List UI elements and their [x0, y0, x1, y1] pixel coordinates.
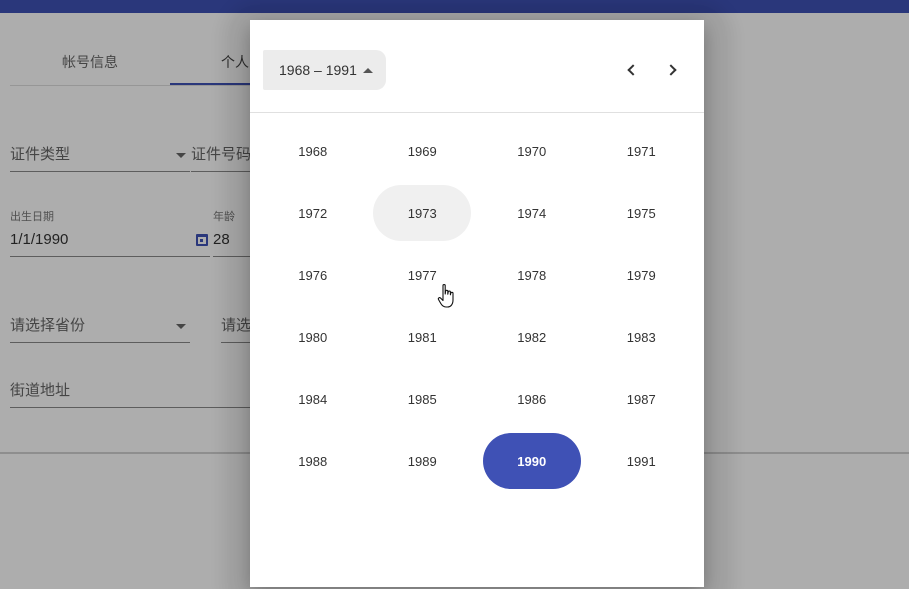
year-label: 1970 [517, 143, 547, 159]
year-label: 1976 [298, 267, 328, 283]
year-label: 1979 [626, 267, 656, 283]
year-label: 1978 [517, 267, 547, 283]
year-label: 1981 [407, 329, 437, 345]
year-cell[interactable]: 1981 [368, 306, 478, 368]
year-cell[interactable]: 1980 [258, 306, 368, 368]
year-label: 1968 [298, 143, 328, 159]
year-cell[interactable]: 1991 [587, 430, 697, 492]
year-label: 1972 [298, 205, 328, 221]
year-label: 1984 [298, 391, 328, 407]
year-picker-dialog: 1968 – 1991 1968 1969 1970 1971 1972 1973 1974… [250, 20, 704, 587]
year-cell[interactable]: 1984 [258, 368, 368, 430]
hand-cursor-icon [437, 283, 454, 308]
previous-period-button[interactable] [620, 59, 642, 81]
year-cell[interactable]: 1974 [477, 182, 587, 244]
year-cell[interactable]: 1987 [587, 368, 697, 430]
year-cell[interactable]: 1976 [258, 244, 368, 306]
year-label: 1975 [626, 205, 656, 221]
caret-up-icon [362, 67, 373, 73]
year-cell[interactable]: 1989 [368, 430, 478, 492]
year-cell[interactable]: 1977 [368, 244, 478, 306]
year-label: 1990 [482, 433, 581, 489]
year-cell[interactable]: 1986 [477, 368, 587, 430]
period-label: 1968 – 1991 [279, 62, 357, 78]
year-label: 1989 [407, 453, 437, 469]
year-label: 1986 [517, 391, 547, 407]
year-cell[interactable]: 1982 [477, 306, 587, 368]
period-toggle-button[interactable]: 1968 – 1991 [263, 50, 386, 90]
chevron-right-icon [664, 64, 677, 76]
year-grid: 1968 1969 1970 1971 1972 1973 1974 1975 1976 1977… [258, 120, 696, 492]
year-label: 1985 [407, 391, 437, 407]
year-label: 1983 [626, 329, 656, 345]
year-label: 1971 [626, 143, 656, 159]
year-label: 1991 [626, 453, 656, 469]
year-label: 1969 [407, 143, 437, 159]
year-cell[interactable]: 1985 [368, 368, 478, 430]
year-cell[interactable]: 1968 [258, 120, 368, 182]
year-cell[interactable]: 1971 [587, 120, 697, 182]
year-cell[interactable]: 1988 [258, 430, 368, 492]
year-cell[interactable]: 1990 [477, 430, 587, 492]
year-label: 1974 [517, 205, 547, 221]
year-label: 1980 [298, 329, 328, 345]
year-cell[interactable]: 1973 [368, 182, 478, 244]
chevron-left-icon [626, 64, 639, 76]
year-cell[interactable]: 1979 [587, 244, 697, 306]
year-cell[interactable]: 1983 [587, 306, 697, 368]
header-divider [250, 112, 704, 113]
year-cell[interactable]: 1972 [258, 182, 368, 244]
year-label: 1987 [626, 391, 656, 407]
year-label: 1973 [373, 185, 472, 241]
year-label: 1988 [298, 453, 328, 469]
year-cell[interactable]: 1975 [587, 182, 697, 244]
next-period-button[interactable] [661, 59, 683, 81]
year-cell[interactable]: 1978 [477, 244, 587, 306]
year-cell[interactable]: 1969 [368, 120, 478, 182]
year-label: 1982 [517, 329, 547, 345]
year-cell[interactable]: 1970 [477, 120, 587, 182]
